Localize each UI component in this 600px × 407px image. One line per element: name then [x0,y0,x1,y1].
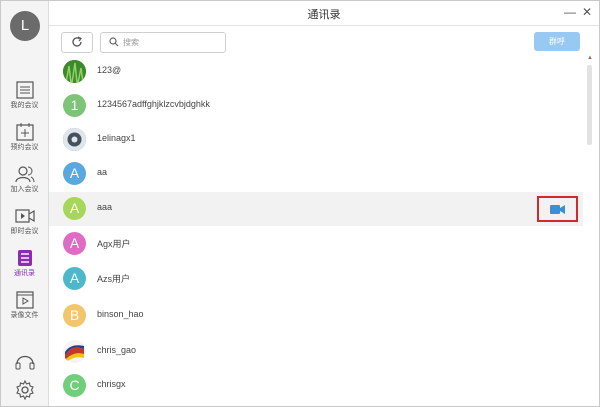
video-camera-icon [550,205,565,214]
contact-row[interactable]: 123@ [49,55,583,89]
close-icon[interactable]: ✕ [579,4,595,20]
contacts-window: L 我的会议 预约会议 加入会议 即时会议 通讯录 录像文件 通讯录 — ✕ 搜… [0,0,600,407]
contact-list: 123@ 1 1234567adffghjklzcvbjdghkk 1elina… [49,55,583,406]
headset-icon[interactable] [15,352,35,372]
contact-row[interactable]: A aa [49,157,583,191]
contact-avatar: C [63,374,86,397]
contacts-book-icon [17,250,32,266]
contact-row[interactable]: B binson_hao [49,299,583,333]
contact-row[interactable]: A Azs用户 [49,262,583,296]
nav-schedule-meeting[interactable]: 预约会议 [1,123,48,159]
nav-contacts[interactable]: 通讯录 [1,249,48,285]
search-icon [109,37,119,47]
nav-my-meetings[interactable]: 我的会议 [1,81,48,117]
nav-label: 预约会议 [10,144,39,151]
contact-avatar: A [63,232,86,255]
contact-avatar [63,60,86,83]
sidebar-nav: L 我的会议 预约会议 加入会议 即时会议 通讯录 录像文件 [1,1,49,406]
window-title: 通讯录 [307,9,341,21]
group-call-button[interactable]: 群呼 [534,32,580,51]
nav-join-meeting[interactable]: 加入会议 [1,165,48,201]
refresh-button[interactable] [61,32,93,53]
scroll-thumb[interactable] [587,65,592,145]
meeting-list-icon [15,81,34,99]
nav-label: 我的会议 [10,102,39,109]
users-icon [14,166,34,183]
calendar-plus-icon [15,123,34,141]
video-camera-icon [14,209,35,223]
contact-row[interactable]: chris_gao [49,335,583,369]
search-input[interactable] [123,35,219,49]
nav-label: 加入会议 [10,186,39,193]
title-bar: 通讯录 — ✕ [49,1,599,26]
nav-label: 录像文件 [10,312,39,319]
contact-avatar: B [63,304,86,327]
refresh-icon [72,36,82,47]
contact-name: binson_hao [97,309,144,319]
contact-name: 1elinagx1 [97,133,136,143]
contact-row[interactable]: A Agx用户 [49,227,583,261]
video-call-button[interactable] [537,196,578,222]
contact-row[interactable]: C chrisgx [49,369,583,403]
contact-name: 123@ [97,65,122,75]
search-box[interactable] [100,32,226,53]
contact-avatar: A [63,267,86,290]
scroll-up-arrow-icon[interactable]: ▲ [587,55,593,61]
settings-gear-icon[interactable] [15,379,35,401]
contact-name: Agx用户 [97,239,131,249]
contact-avatar: A [63,162,86,185]
contact-row[interactable]: 1 1234567adffghjklzcvbjdghkk [49,89,583,123]
contact-name: chrisgx [97,379,126,389]
nav-instant-meeting[interactable]: 即时会议 [1,207,48,243]
contact-avatar [63,128,86,151]
recording-file-icon [15,291,34,309]
scrollbar[interactable]: ▲ [585,55,595,406]
nav-recordings[interactable]: 录像文件 [1,291,48,327]
contact-name: 1234567adffghjklzcvbjdghkk [97,99,210,109]
minimize-icon[interactable]: — [562,4,578,20]
contact-row[interactable]: A aaa [49,192,583,226]
contact-name: Azs用户 [97,274,131,284]
nav-label: 通讯录 [14,270,35,277]
nav-label: 即时会议 [10,228,39,235]
contact-avatar: A [63,197,86,220]
user-avatar[interactable]: L [10,11,40,41]
contact-name: aa [97,167,108,177]
contact-row[interactable]: 1elinagx1 [49,123,583,157]
contact-avatar: 1 [63,94,86,117]
contact-name: chris_gao [97,345,137,355]
contact-avatar [63,340,86,363]
contact-name: aaa [97,202,113,212]
